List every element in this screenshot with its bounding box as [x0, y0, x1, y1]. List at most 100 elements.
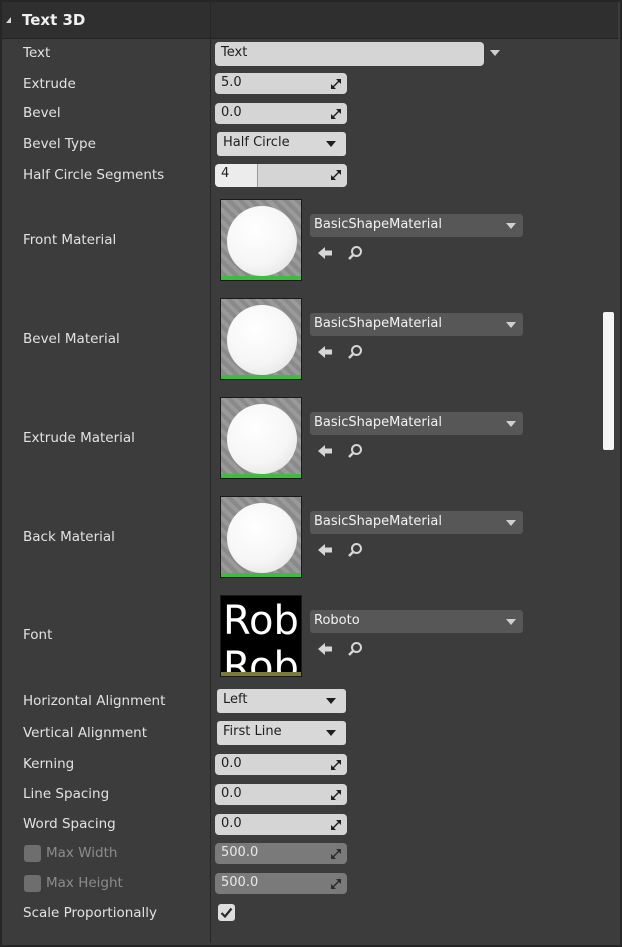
arrow-left-icon[interactable]	[317, 641, 333, 657]
bevel-material-combo[interactable]: BasicShapeMaterial	[310, 313, 523, 336]
search-icon[interactable]	[347, 641, 363, 657]
bevel-material-label: Bevel Material	[23, 331, 120, 347]
column-divider[interactable]	[210, 2, 211, 943]
line-spacing-label: Line Spacing	[23, 786, 110, 802]
word-spacing-label: Word Spacing	[23, 816, 116, 832]
chevron-down-icon	[326, 730, 336, 736]
bevel-material-asset-name: BasicShapeMaterial	[314, 316, 442, 331]
details-panel: Text 3D Text Text Extrude 5.0 Bevel 0.0 …	[0, 0, 622, 947]
search-icon[interactable]	[347, 344, 363, 360]
line-spacing-input[interactable]: 0.0	[215, 784, 347, 805]
bevel-type-value: Half Circle	[223, 135, 290, 150]
horizontal-alignment-value: Left	[223, 692, 248, 707]
font-thumbnail[interactable]: Rob Rob	[220, 595, 302, 677]
line-spacing-value: 0.0	[221, 786, 242, 801]
text-options-dropdown-icon[interactable]	[490, 50, 500, 56]
sphere-preview	[227, 503, 297, 573]
font-preview-text: Rob	[223, 598, 299, 644]
bevel-value: 0.0	[221, 105, 242, 120]
vertical-alignment-dropdown[interactable]: First Line	[217, 721, 346, 745]
back-material-thumbnail[interactable]	[220, 496, 302, 578]
extrude-label: Extrude	[23, 76, 76, 92]
asset-type-bar	[221, 375, 301, 379]
search-icon[interactable]	[347, 542, 363, 558]
text-input[interactable]: Text	[215, 42, 484, 66]
search-icon[interactable]	[347, 443, 363, 459]
search-icon[interactable]	[347, 245, 363, 261]
extrude-value: 5.0	[221, 75, 242, 90]
scale-proportionally-checkbox[interactable]	[218, 904, 235, 921]
extrude-input[interactable]: 5.0	[215, 73, 347, 94]
bevel-input[interactable]: 0.0	[215, 103, 347, 124]
chevron-down-icon	[506, 520, 516, 526]
drag-handle-icon	[331, 879, 341, 889]
vertical-alignment-value: First Line	[223, 724, 282, 739]
arrow-left-icon[interactable]	[317, 542, 333, 558]
front-material-asset-name: BasicShapeMaterial	[314, 217, 442, 232]
drag-handle-icon[interactable]	[330, 78, 342, 90]
extrude-material-asset-name: BasicShapeMaterial	[314, 415, 442, 430]
chevron-down-icon	[506, 223, 516, 229]
bevel-type-dropdown[interactable]: Half Circle	[217, 132, 346, 156]
drag-handle-icon[interactable]	[330, 789, 342, 801]
arrow-left-icon[interactable]	[317, 245, 333, 261]
asset-type-bar	[221, 276, 301, 280]
kerning-value: 0.0	[221, 756, 242, 771]
bevel-material-thumbnail[interactable]	[220, 298, 302, 380]
max-width-override-checkbox[interactable]	[24, 845, 41, 862]
max-height-input: 500.0	[215, 873, 347, 894]
sphere-preview	[227, 305, 297, 375]
section-title: Text 3D	[22, 11, 86, 29]
chevron-down-icon	[506, 421, 516, 427]
scale-proportionally-label: Scale Proportionally	[23, 905, 158, 921]
drag-handle-icon[interactable]	[330, 819, 342, 831]
back-material-combo[interactable]: BasicShapeMaterial	[310, 511, 523, 534]
max-height-value: 500.0	[221, 875, 259, 890]
asset-type-bar	[221, 573, 301, 577]
text-label: Text	[23, 45, 51, 61]
max-width-input: 500.0	[215, 843, 347, 864]
extrude-material-label: Extrude Material	[23, 430, 135, 446]
extrude-material-thumbnail[interactable]	[220, 397, 302, 479]
bevel-label: Bevel	[23, 105, 61, 121]
chevron-down-icon	[506, 322, 516, 328]
max-height-override-checkbox[interactable]	[24, 875, 41, 892]
sphere-preview	[227, 404, 297, 474]
half-circle-segments-value: 4	[221, 166, 230, 181]
front-material-combo[interactable]: BasicShapeMaterial	[310, 214, 523, 237]
asset-type-bar	[221, 672, 301, 676]
arrow-left-icon[interactable]	[317, 443, 333, 459]
drag-handle-icon[interactable]	[330, 169, 342, 181]
drag-handle-icon	[331, 849, 341, 859]
vertical-scrollbar[interactable]	[603, 312, 614, 450]
font-asset-name: Roboto	[314, 613, 360, 628]
chevron-down-icon	[326, 141, 336, 147]
vertical-alignment-label: Vertical Alignment	[23, 725, 147, 741]
checkmark-icon	[220, 907, 233, 919]
drag-handle-icon[interactable]	[330, 108, 342, 120]
drag-handle-icon[interactable]	[330, 759, 342, 771]
bevel-type-label: Bevel Type	[23, 136, 96, 152]
word-spacing-input[interactable]: 0.0	[215, 814, 347, 835]
horizontal-alignment-label: Horizontal Alignment	[23, 693, 166, 709]
section-header[interactable]: Text 3D	[2, 2, 618, 39]
asset-type-bar	[221, 474, 301, 478]
chevron-down-icon	[326, 698, 336, 704]
back-material-label: Back Material	[23, 529, 115, 545]
extrude-material-combo[interactable]: BasicShapeMaterial	[310, 412, 523, 435]
front-material-thumbnail[interactable]	[220, 199, 302, 281]
arrow-left-icon[interactable]	[317, 344, 333, 360]
font-label: Font	[23, 627, 53, 643]
horizontal-alignment-dropdown[interactable]: Left	[217, 689, 346, 713]
max-height-label: Max Height	[46, 875, 123, 891]
back-material-asset-name: BasicShapeMaterial	[314, 514, 442, 529]
word-spacing-value: 0.0	[221, 816, 242, 831]
sphere-preview	[227, 206, 297, 276]
font-combo[interactable]: Roboto	[310, 610, 523, 633]
half-circle-segments-slider[interactable]: 4	[215, 164, 347, 187]
collapse-arrow-icon[interactable]	[6, 17, 11, 23]
half-circle-segments-label: Half Circle Segments	[23, 167, 165, 183]
kerning-label: Kerning	[23, 756, 75, 772]
max-width-label: Max Width	[46, 845, 118, 861]
kerning-input[interactable]: 0.0	[215, 754, 347, 775]
